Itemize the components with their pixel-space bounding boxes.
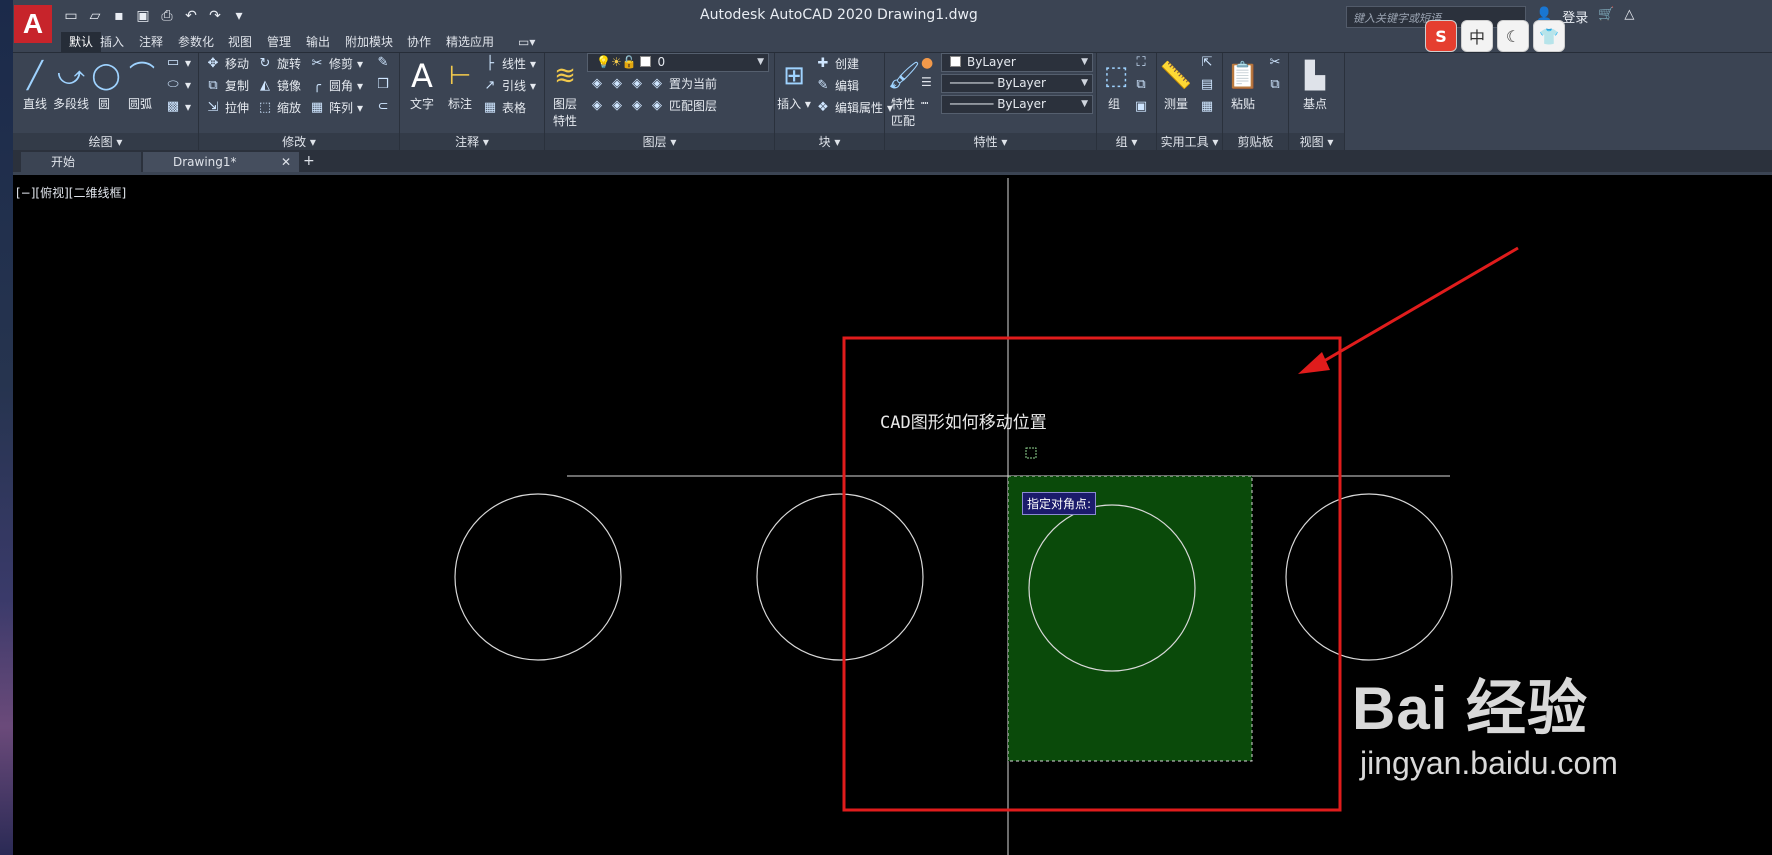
- sogou-logo-icon[interactable]: S: [1425, 20, 1457, 52]
- ime-toolbar: S 中 ☾ 👕: [1425, 20, 1565, 52]
- skin-icon[interactable]: 👕: [1533, 20, 1565, 52]
- application-menu-button[interactable]: A: [14, 5, 52, 43]
- arrow-head: [1298, 352, 1330, 374]
- annotation-arrow: [1311, 246, 1519, 370]
- drawing-text[interactable]: CAD图形如何移动位置: [880, 413, 1047, 433]
- circle-shape[interactable]: [1285, 493, 1453, 661]
- moon-icon[interactable]: ☾: [1497, 20, 1529, 52]
- selection-window: [1007, 475, 1253, 762]
- command-prompt-tooltip: 指定对角点:: [1022, 492, 1097, 515]
- watermark-logo: Bai 经验: [1352, 675, 1589, 742]
- viewport-controls[interactable]: [−][俯视][二维线框]: [16, 184, 126, 201]
- pickbox-cursor: [1025, 447, 1037, 459]
- circle-shape[interactable]: [454, 493, 622, 661]
- circle-shape[interactable]: [756, 493, 924, 661]
- watermark-url: jingyan.baidu.com: [1360, 745, 1618, 781]
- ime-chinese-mode[interactable]: 中: [1461, 20, 1493, 52]
- baidu-watermark: Bai 经验 jingyan.baidu.com: [1352, 660, 1618, 782]
